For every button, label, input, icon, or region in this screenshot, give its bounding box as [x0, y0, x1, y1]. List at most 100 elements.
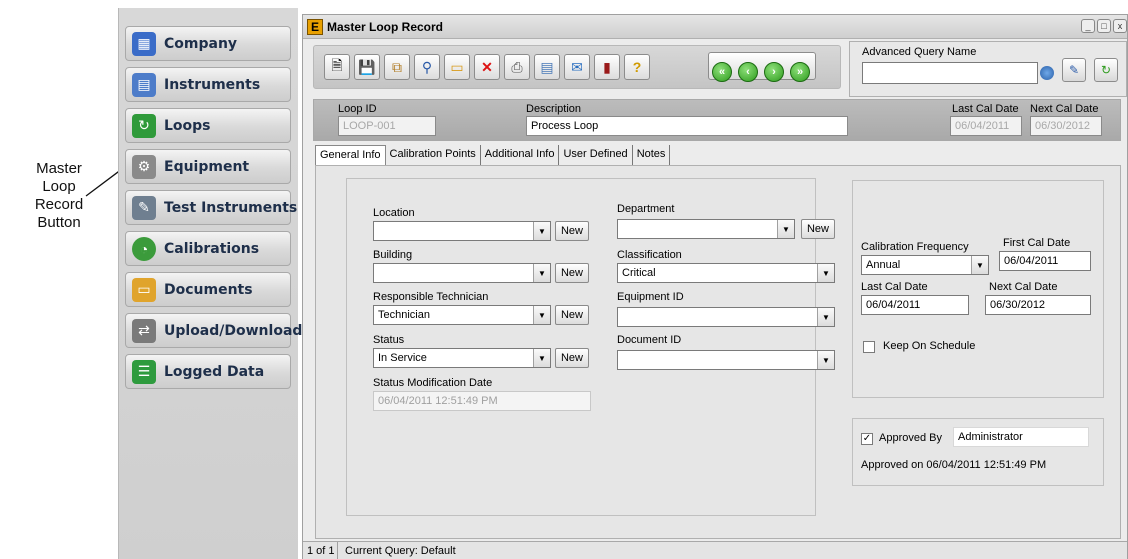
- print-icon[interactable]: ⎙: [504, 54, 530, 80]
- building-label: Building: [373, 249, 413, 261]
- calculator-icon: ▤: [132, 72, 156, 97]
- tab-general-info[interactable]: General Info: [315, 145, 386, 165]
- tab-calibration-points[interactable]: Calibration Points: [386, 145, 481, 165]
- calibration-frequency-label: Calibration Frequency: [861, 241, 969, 253]
- next-cal-date-label: Next Cal Date: [989, 281, 1058, 293]
- next-cal-date-input[interactable]: 06/30/2012: [985, 295, 1091, 315]
- email-icon[interactable]: ✉: [564, 54, 590, 80]
- tab-strip: General Info Calibration Points Addition…: [315, 145, 671, 165]
- minimize-button[interactable]: _: [1081, 19, 1095, 33]
- tab-notes[interactable]: Notes: [633, 145, 671, 165]
- previous-icon[interactable]: ‹: [738, 62, 758, 82]
- chevron-down-icon[interactable]: ▼: [533, 264, 550, 282]
- sidebar-item-label: Instruments: [164, 76, 261, 93]
- department-select[interactable]: ▼: [617, 219, 795, 239]
- sidebar-item-loops[interactable]: ↻ Loops: [125, 108, 291, 143]
- keep-on-schedule-checkbox[interactable]: [863, 341, 875, 353]
- help-icon[interactable]: ?: [624, 54, 650, 80]
- copy-icon[interactable]: ⧉: [384, 54, 410, 80]
- sidebar-item-logged-data[interactable]: ☰ Logged Data: [125, 354, 291, 389]
- first-cal-date-field[interactable]: 06/04/2011: [999, 251, 1091, 271]
- approved-by-field[interactable]: Administrator: [953, 427, 1089, 447]
- last-icon[interactable]: »: [790, 62, 810, 82]
- calibration-frequency-value: Annual: [866, 259, 901, 271]
- save-icon[interactable]: 💾: [354, 54, 380, 80]
- keep-on-schedule-label: Keep On Schedule: [883, 340, 976, 352]
- status-bar: 1 of 1 Current Query: Default: [303, 541, 1127, 559]
- dropdown-icon[interactable]: [1040, 66, 1054, 80]
- book-icon[interactable]: ▮: [594, 54, 620, 80]
- window-title: Master Loop Record: [327, 19, 444, 34]
- sidebar-item-label: Company: [164, 35, 238, 52]
- sidebar-item-company[interactable]: ▦ Company: [125, 26, 291, 61]
- chevron-down-icon[interactable]: ▼: [817, 308, 834, 326]
- description-label: Description: [526, 103, 582, 115]
- advanced-query-input[interactable]: [862, 62, 1038, 84]
- chevron-down-icon[interactable]: ▼: [817, 264, 834, 282]
- chevron-down-icon[interactable]: ▼: [971, 256, 988, 274]
- advanced-query-label: Advanced Query Name: [862, 46, 977, 58]
- query-edit-icon[interactable]: ✎: [1062, 58, 1086, 82]
- master-loop-record-window: E Master Loop Record _ □ x 🗎 💾 ⧉ ⚲ ▭ ✕ ⎙…: [302, 14, 1128, 559]
- technician-select[interactable]: Technician ▼: [373, 305, 551, 325]
- building-select[interactable]: ▼: [373, 263, 551, 283]
- sidebar: ▦ Company ▤ Instruments ↻ Loops ⚙ Equipm…: [118, 8, 302, 559]
- screenshot-root: Master Loop Record Button ▦ Company ▤ In…: [0, 0, 1128, 559]
- sidebar-item-equipment[interactable]: ⚙ Equipment: [125, 149, 291, 184]
- close-button[interactable]: x: [1113, 19, 1127, 33]
- approved-by-checkbox[interactable]: ✓: [861, 433, 873, 445]
- building-icon: ▦: [132, 31, 156, 56]
- location-select[interactable]: ▼: [373, 221, 551, 241]
- new-location-button[interactable]: New: [555, 221, 589, 241]
- delete-icon[interactable]: ✕: [474, 54, 500, 80]
- folder-open-icon[interactable]: ▭: [444, 54, 470, 80]
- classification-select[interactable]: Critical ▼: [617, 263, 835, 283]
- sidebar-item-label: Upload/Download: [164, 322, 303, 339]
- new-department-button[interactable]: New: [801, 219, 835, 239]
- status-select[interactable]: In Service ▼: [373, 348, 551, 368]
- last-cal-date-label: Last Cal Date: [952, 103, 1019, 115]
- last-cal-date-label: Last Cal Date: [861, 281, 928, 293]
- last-cal-date-input[interactable]: 06/04/2011: [861, 295, 969, 315]
- sidebar-item-calibrations[interactable]: ◔ Calibrations: [125, 231, 291, 266]
- search-icon[interactable]: ⚲: [414, 54, 440, 80]
- loop-id-label: Loop ID: [338, 103, 377, 115]
- refresh-icon[interactable]: ↻: [1094, 58, 1118, 82]
- sidebar-item-label: Calibrations: [164, 240, 260, 257]
- chevron-down-icon[interactable]: ▼: [817, 351, 834, 369]
- new-technician-button[interactable]: New: [555, 305, 589, 325]
- tab-additional-info[interactable]: Additional Info: [481, 145, 560, 165]
- new-status-button[interactable]: New: [555, 348, 589, 368]
- document-id-label: Document ID: [617, 334, 682, 346]
- sidebar-item-test-instruments[interactable]: ✎ Test Instruments: [125, 190, 297, 225]
- chevron-down-icon[interactable]: ▼: [533, 306, 550, 324]
- status-label: Status: [373, 334, 405, 346]
- chevron-down-icon[interactable]: ▼: [533, 349, 550, 367]
- window-controls: _ □ x: [1081, 19, 1127, 33]
- export-icon[interactable]: ▤: [534, 54, 560, 80]
- tab-user-defined[interactable]: User Defined: [559, 145, 633, 165]
- loop-id-field[interactable]: LOOP-001: [338, 116, 436, 136]
- sidebar-item-instruments[interactable]: ▤ Instruments: [125, 67, 291, 102]
- maximize-button[interactable]: □: [1097, 19, 1111, 33]
- description-field[interactable]: Process Loop: [526, 116, 848, 136]
- next-icon[interactable]: ›: [764, 62, 784, 82]
- record-navigation: « ‹ › »: [708, 52, 816, 82]
- approval-group: ✓ Approved By Administrator Approved on …: [852, 418, 1104, 486]
- equipment-id-select[interactable]: ▼: [617, 307, 835, 327]
- new-building-button[interactable]: New: [555, 263, 589, 283]
- general-info-panel: Location ▼ New Building ▼ New Responsibl…: [315, 165, 1121, 539]
- sidebar-item-upload-download[interactable]: ⇄ Upload/Download: [125, 313, 302, 348]
- location-label: Location: [373, 207, 415, 219]
- sidebar-item-label: Logged Data: [164, 363, 265, 380]
- toolbar: 🗎 💾 ⧉ ⚲ ▭ ✕ ⎙ ▤ ✉ ▮ ? « ‹ › »: [313, 45, 841, 89]
- chevron-down-icon[interactable]: ▼: [533, 222, 550, 240]
- chevron-down-icon[interactable]: ▼: [777, 220, 794, 238]
- sidebar-item-label: Loops: [164, 117, 211, 134]
- calibration-frequency-select[interactable]: Annual ▼: [861, 255, 989, 275]
- new-icon[interactable]: 🗎: [324, 54, 350, 80]
- sidebar-item-documents[interactable]: ▭ Documents: [125, 272, 291, 307]
- title-bar: E Master Loop Record _ □ x: [303, 15, 1127, 39]
- first-icon[interactable]: «: [712, 62, 732, 82]
- document-id-select[interactable]: ▼: [617, 350, 835, 370]
